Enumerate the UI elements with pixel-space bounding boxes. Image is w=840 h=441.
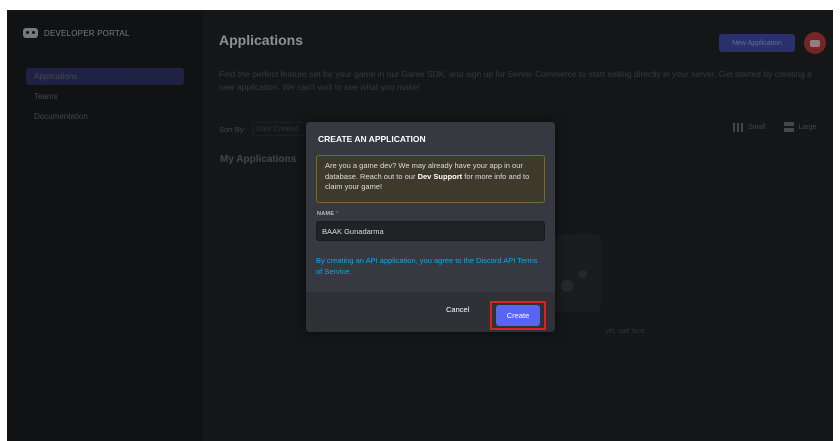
modal-title: CREATE AN APPLICATION (318, 134, 426, 144)
required-marker: * (336, 211, 339, 217)
game-dev-notice: Are you a game dev? We may already have … (316, 155, 545, 203)
cancel-button[interactable]: Cancel (446, 305, 469, 314)
create-button[interactable]: Create (496, 305, 540, 326)
modal-footer: Cancel Create (306, 292, 555, 332)
dev-support-link[interactable]: Dev Support (418, 172, 463, 181)
name-label: NAME * (317, 211, 339, 217)
application-name-input[interactable] (316, 221, 545, 241)
terms-of-service-link[interactable]: By creating an API application, you agre… (316, 255, 545, 277)
create-application-modal: CREATE AN APPLICATION Are you a game dev… (306, 122, 555, 332)
app-window: DEVELOPER PORTAL Applications Teams Docu… (7, 10, 833, 441)
